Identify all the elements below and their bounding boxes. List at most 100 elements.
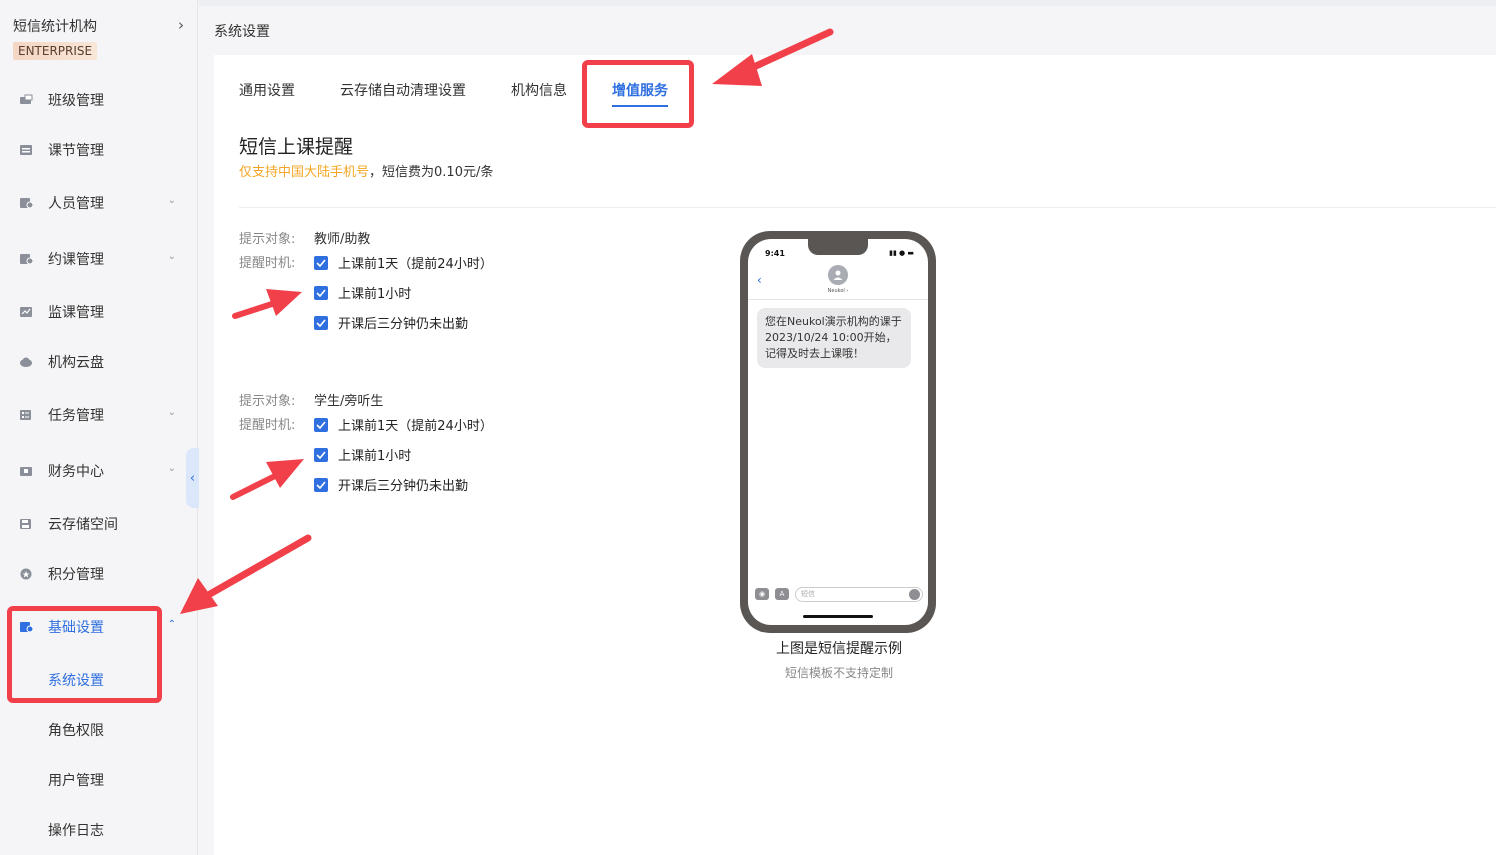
task-icon [19, 409, 33, 421]
sidebar-item-label: 财务中心 [48, 464, 104, 480]
target-label: 提示对象: [239, 394, 296, 409]
phone-header-divider [748, 299, 928, 300]
camera-icon: ◉ [755, 588, 769, 600]
sidebar-item-label: 云存储空间 [48, 517, 118, 533]
enterprise-badge: ENTERPRISE [13, 42, 98, 60]
sidebar-collapse-button[interactable]: ‹ [186, 448, 199, 508]
section-title: 短信上课提醒 [239, 136, 354, 158]
back-icon: ‹ [757, 273, 762, 287]
sidebar-item-label: 监课管理 [48, 305, 104, 321]
timing-label: 提醒时机: [239, 256, 296, 271]
sidebar-item-label: 积分管理 [48, 567, 104, 583]
tab-cloud-cleanup[interactable]: 云存储自动清理设置 [340, 80, 466, 100]
chevron-down-icon[interactable]: ⌄ [168, 407, 176, 418]
target-value: 教师/助教 [314, 232, 371, 247]
org-switcher[interactable]: 短信统计机构 › ENTERPRISE [13, 16, 188, 60]
tab-org-info[interactable]: 机构信息 [511, 80, 567, 100]
org-name: 短信统计机构 [13, 19, 97, 35]
people-icon [19, 197, 33, 209]
sidebar-item-points[interactable]: 积分管理 [0, 562, 198, 586]
phone-preview: 9:41 ▮▮ ● ▬ ‹ Neukol › 您在Neukol演示机构的课于20… [740, 231, 936, 633]
annotation-highlight-tab [582, 60, 694, 128]
divider [239, 207, 1496, 208]
target-label: 提示对象: [239, 232, 296, 247]
top-bar [199, 0, 1496, 6]
sidebar-subitem-roles[interactable]: 角色权限 [48, 720, 104, 742]
sidebar-item-label: 机构云盘 [48, 355, 104, 371]
sidebar-subitem-logs[interactable]: 操作日志 [48, 820, 104, 842]
cloud-icon [19, 356, 33, 368]
pricing-note: 仅支持中国大陆手机号，短信费为0.10元/条 [239, 161, 493, 180]
preview-caption: 上图是短信提醒示例 [776, 641, 902, 657]
message-input: 短信 [795, 586, 923, 602]
chevron-up-icon[interactable]: ⌃ [168, 619, 176, 630]
chevron-down-icon[interactable]: ⌄ [168, 195, 176, 206]
sidebar-item-class[interactable]: 班级管理 [0, 88, 198, 112]
sidebar-item-label: 人员管理 [48, 196, 104, 212]
reminder-checkbox[interactable]: 上课前1小时 [314, 283, 411, 302]
checkbox-checked-icon[interactable] [314, 285, 328, 300]
sidebar-item-task[interactable]: 任务管理 ⌄ [0, 403, 198, 427]
chevron-right-icon[interactable]: › [178, 16, 184, 34]
timing-label: 提醒时机: [239, 418, 296, 433]
monitor-icon [19, 306, 33, 318]
sidebar-item-cloud[interactable]: 机构云盘 [0, 350, 198, 374]
contact-avatar-icon [828, 265, 848, 285]
sidebar-item-people[interactable]: 人员管理 ⌄ [0, 191, 198, 215]
audio-icon [909, 588, 920, 600]
sidebar-item-monitor[interactable]: 监课管理 [0, 300, 198, 324]
class-icon [19, 94, 33, 106]
sidebar-item-booking[interactable]: 约课管理 ⌄ [0, 247, 198, 271]
phone-time: 9:41 [765, 249, 785, 258]
phone-compose-bar: ◉ A 短信 [755, 585, 923, 603]
appstore-icon: A [775, 588, 789, 600]
checkbox-label: 开课后三分钟仍未出勤 [338, 317, 469, 332]
price-text: ，短信费为0.10元/条 [369, 165, 494, 180]
lesson-icon [19, 144, 33, 156]
reminder-checkbox[interactable]: 开课后三分钟仍未出勤 [314, 313, 468, 332]
sidebar-item-label: 任务管理 [48, 408, 104, 424]
phone-notch [808, 239, 868, 255]
chevron-down-icon[interactable]: ⌄ [168, 251, 176, 262]
checkbox-checked-icon[interactable] [314, 477, 328, 492]
tab-general-settings[interactable]: 通用设置 [239, 80, 295, 100]
checkbox-label: 上课前1天（提前24小时） [338, 419, 493, 434]
sidebar-subitem-users[interactable]: 用户管理 [48, 770, 104, 792]
chevron-down-icon[interactable]: ⌄ [168, 463, 176, 474]
checkbox-label: 上课前1小时 [338, 449, 412, 464]
target-value: 学生/旁听生 [314, 394, 384, 409]
checkbox-checked-icon[interactable] [314, 447, 328, 462]
reminder-checkbox[interactable]: 上课前1天（提前24小时） [314, 415, 493, 434]
sidebar-item-storage[interactable]: 云存储空间 [0, 512, 198, 536]
contact-name: Neukol › [827, 288, 849, 294]
reminder-checkbox[interactable]: 上课前1天（提前24小时） [314, 253, 493, 272]
breadcrumb: 系统设置 [214, 24, 270, 40]
checkbox-label: 上课前1小时 [338, 287, 412, 302]
signal-wifi-battery-icon: ▮▮ ● ▬ [889, 249, 914, 257]
booking-icon [19, 253, 33, 265]
points-icon [19, 568, 33, 580]
sms-message-bubble: 您在Neukol演示机构的课于2023/10/24 10:00开始，记得及时去上… [757, 308, 911, 368]
reminder-checkbox[interactable]: 上课前1小时 [314, 445, 411, 464]
sidebar: 短信统计机构 › ENTERPRISE 班级管理 课节管理 人员管理 ⌄ 约课管… [0, 0, 198, 855]
message-input-placeholder: 短信 [801, 589, 815, 598]
region-warning: 仅支持中国大陆手机号 [239, 165, 370, 180]
sidebar-item-finance[interactable]: 财务中心 ⌄ [0, 459, 198, 483]
checkbox-checked-icon[interactable] [314, 255, 328, 270]
sidebar-item-lesson[interactable]: 课节管理 [0, 138, 198, 162]
phone-screen: 9:41 ▮▮ ● ▬ ‹ Neukol › 您在Neukol演示机构的课于20… [748, 239, 928, 625]
reminder-checkbox[interactable]: 开课后三分钟仍未出勤 [314, 475, 468, 494]
app-window: 短信统计机构 › ENTERPRISE 班级管理 课节管理 人员管理 ⌄ 约课管… [0, 0, 1496, 855]
storage-icon [19, 518, 33, 530]
sidebar-item-label: 课节管理 [48, 143, 104, 159]
home-indicator [803, 615, 873, 618]
finance-icon [19, 465, 33, 477]
sidebar-item-label: 约课管理 [48, 252, 104, 268]
annotation-highlight-sidebar [7, 606, 162, 703]
checkbox-checked-icon[interactable] [314, 315, 328, 330]
checkbox-label: 开课后三分钟仍未出勤 [338, 479, 469, 494]
preview-subcaption: 短信模板不支持定制 [784, 666, 893, 680]
checkbox-checked-icon[interactable] [314, 417, 328, 432]
chevron-left-icon: ‹ [189, 470, 196, 486]
checkbox-label: 上课前1天（提前24小时） [338, 257, 493, 272]
